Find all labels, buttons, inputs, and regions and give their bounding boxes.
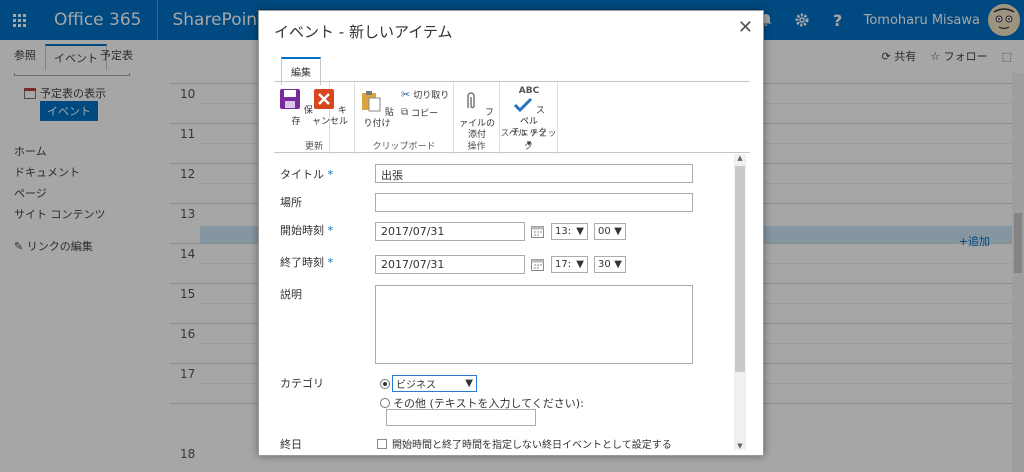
scissors-icon: ✂ [401,88,411,101]
new-item-dialog: イベント - 新しいアイテム ✕ 編集 保存 キャンセル 更新 貼り付け ✂ 切… [258,10,764,456]
category-other-input[interactable] [386,409,536,426]
paperclip-icon [467,92,475,109]
end-minute-value: 30 [598,259,611,270]
dropdown-arrow-icon: ▼ [576,226,584,237]
scroll-up-icon[interactable]: ▲ [734,154,746,162]
location-label: 場所 [280,196,302,209]
group-actions: ファイルの 添付 操作 [454,82,500,154]
category-choice-radio[interactable] [380,379,390,389]
group-actions-label: 操作 [467,142,486,152]
copy-label: コピー [411,109,439,119]
checkmark-icon [513,97,533,113]
group-clipboard-label: クリップボード [372,142,436,152]
copy-button[interactable]: ⧉ コピー [401,106,438,119]
dialog-scrollbar[interactable]: ▲ ▼ [734,154,746,450]
required-marker: * [327,168,334,181]
dropdown-arrow-icon: ▼ [576,259,584,270]
start-hour-value: 13: [555,226,572,237]
required-marker: * [327,224,334,237]
all-day-checkbox[interactable] [377,439,387,449]
dialog-ribbon: 保存 キャンセル 更新 貼り付け ✂ 切り取り ⧉ コピー クリップボード ファ… [274,81,750,154]
scroll-down-icon[interactable]: ▼ [734,442,746,450]
end-date-input[interactable]: 2017/07/31 [375,255,525,274]
category-other-radio[interactable] [380,398,390,408]
category-select[interactable]: ビジネス ▼ [392,375,477,392]
dropdown-arrow-icon: ▼ [614,259,622,270]
event-form: タイトル * 出張 場所 開始時刻 * 2017/07/31 13: ▼ 00 ▼ … [274,154,736,454]
group-spelling: ABC スペル チェック▾ スペル チェック [500,82,558,154]
title-label: タイトル * [280,166,333,182]
abc-badge: ABC [518,86,540,96]
dropdown-arrow-icon: ▼ [614,226,622,237]
end-time-label: 終了時刻 * [280,254,333,270]
title-input[interactable]: 出張 [375,164,693,183]
category-value: ビジネス [396,380,436,391]
title-label-text: タイトル [280,168,324,181]
location-input[interactable] [375,193,693,212]
paste-icon [362,91,381,112]
copy-icon: ⧉ [401,107,409,118]
description-label: 説明 [280,288,302,301]
all-day-label: 終日 [280,438,302,451]
scroll-thumb[interactable] [735,166,745,372]
group-spelling-label: スペル チェック [500,129,557,152]
required-marker: * [327,256,334,269]
start-time-label: 開始時刻 * [280,222,333,238]
start-date-input[interactable]: 2017/07/31 [375,222,525,241]
start-minute-select[interactable]: 00 ▼ [594,223,626,240]
close-icon[interactable]: ✕ [738,17,753,38]
group-clipboard: 貼り付け ✂ 切り取り ⧉ コピー クリップボード [355,82,454,154]
start-hour-select[interactable]: 13: ▼ [551,223,588,240]
category-label: カテゴリ [280,377,324,390]
start-time-label-text: 開始時刻 [280,224,324,237]
end-hour-select[interactable]: 17: ▼ [551,256,588,273]
end-time-label-text: 終了時刻 [280,256,324,269]
all-day-text: 開始時間と終了時間を指定しない終日イベントとして設定する [392,440,672,451]
paste-button[interactable]: 貼り付け [357,90,397,130]
cut-label: 切り取り [413,91,450,101]
cut-button[interactable]: ✂ 切り取り [401,88,449,101]
calendar-icon[interactable] [531,259,544,271]
dropdown-arrow-icon: ▼ [465,378,473,389]
group-commit-divider [274,82,355,154]
attach-file-button[interactable]: ファイルの 添付 [456,90,498,141]
start-minute-value: 00 [598,226,611,237]
dialog-title: イベント - 新しいアイテム [274,23,453,41]
end-hour-value: 17: [555,259,572,270]
description-textarea[interactable] [375,285,693,364]
calendar-icon[interactable] [531,226,544,238]
end-minute-select[interactable]: 30 ▼ [594,256,626,273]
